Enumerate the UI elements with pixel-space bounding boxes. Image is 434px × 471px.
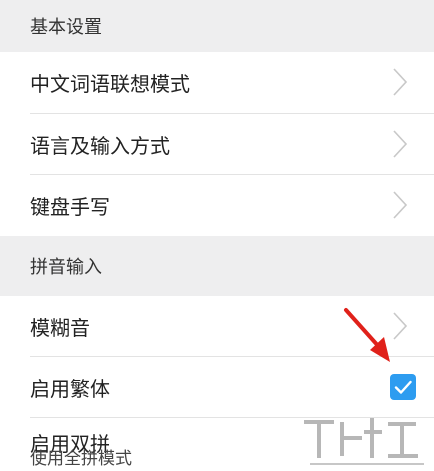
chevron-right-icon [393,68,408,96]
setting-item-keyboard-handwriting[interactable]: 键盘手写 [0,175,434,235]
setting-item-chinese-word-association[interactable]: 中文词语联想模式 [0,52,434,112]
watermark-logo [304,418,424,465]
enable-traditional-checkbox[interactable] [390,374,416,400]
setting-label: 模糊音 [30,315,90,340]
setting-label: 中文词语联想模式 [30,71,190,96]
section-header-pinyin-input: 拼音输入 [0,236,434,296]
chevron-right-icon [393,191,408,219]
section-title: 拼音输入 [30,257,102,278]
setting-item-enable-traditional[interactable]: 启用繁体 [0,357,434,417]
section-header-basic-settings: 基本设置 [0,0,434,52]
setting-label: 语言及输入方式 [30,133,170,158]
setting-item-language-input-method[interactable]: 语言及输入方式 [0,114,434,174]
setting-label: 键盘手写 [30,194,110,219]
red-arrow-icon [344,308,390,362]
setting-subtext: 使用全拼模式 [30,449,132,469]
chevron-right-icon [393,130,408,158]
section-title: 基本设置 [30,17,102,38]
setting-label: 启用繁体 [30,376,110,401]
checkmark-icon [394,380,412,394]
